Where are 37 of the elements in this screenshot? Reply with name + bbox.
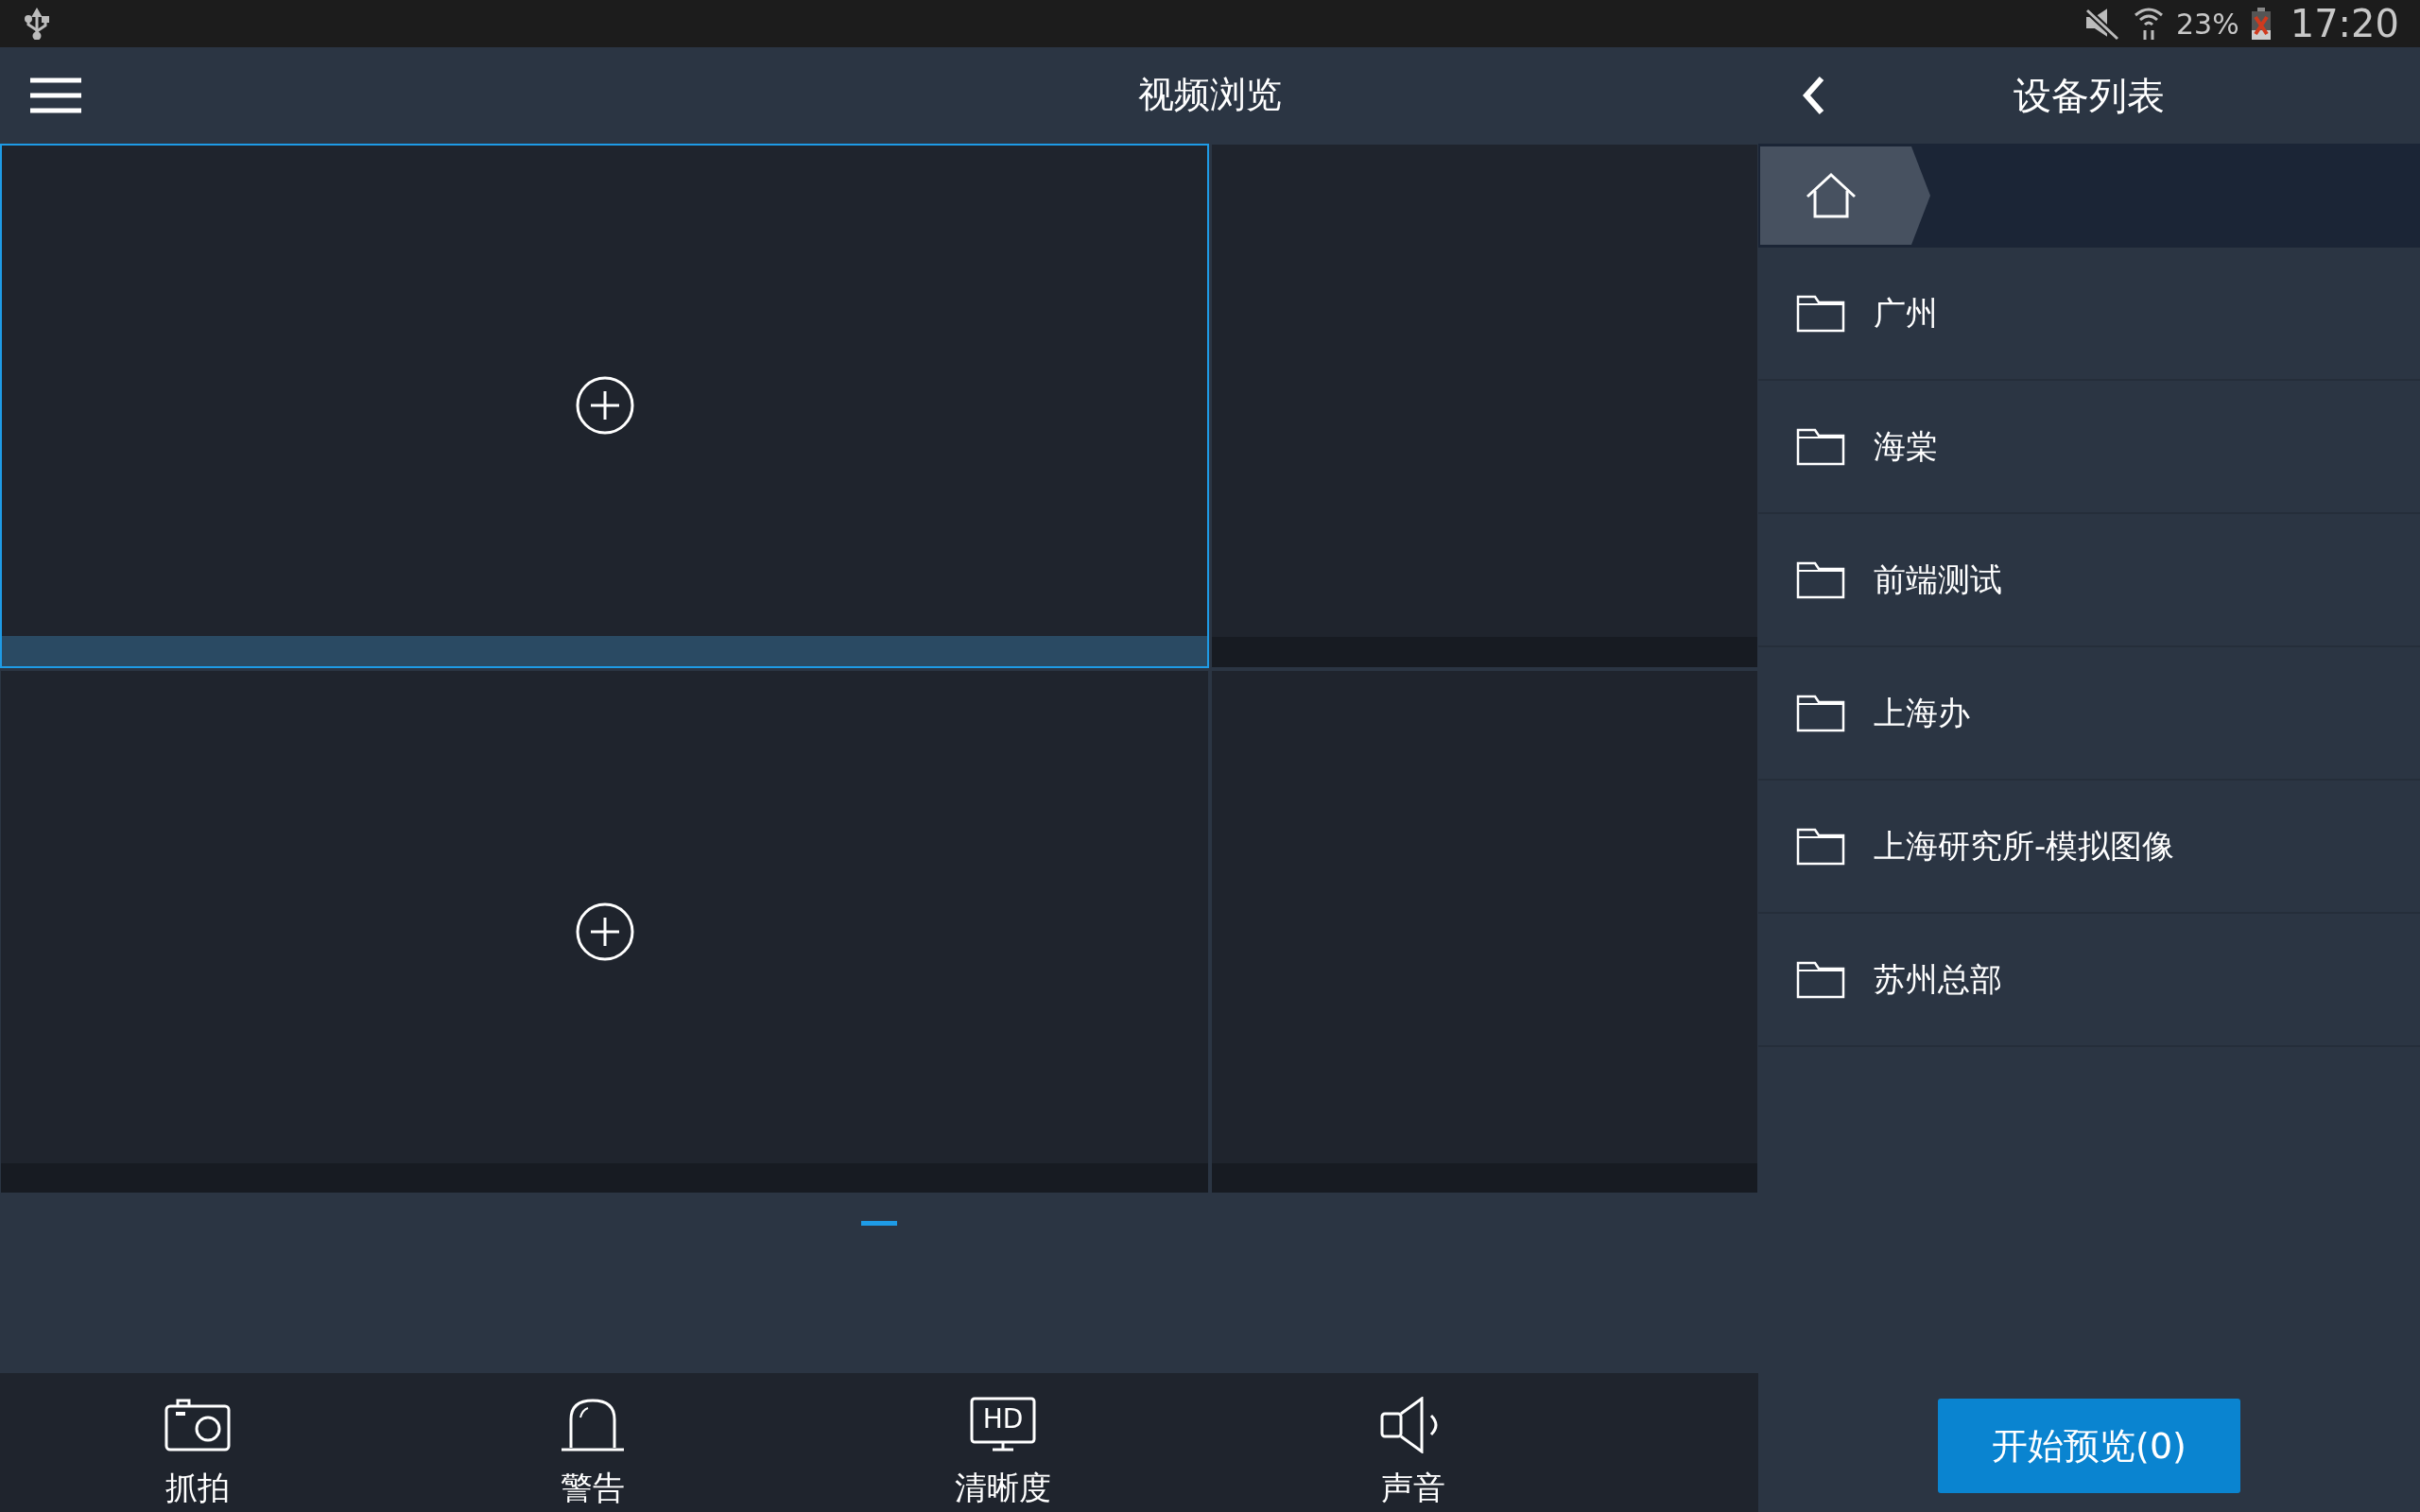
folder-icon xyxy=(1796,294,1845,333)
video-cell[interactable] xyxy=(0,669,1209,1194)
clock-time: 17:20 xyxy=(2290,2,2399,45)
folder-item[interactable]: 前端测试 xyxy=(1758,514,2420,647)
add-icon[interactable] xyxy=(575,902,634,962)
screen-title: 视频浏览 xyxy=(1138,73,1282,118)
folder-item[interactable]: 上海研究所-模拟图像 xyxy=(1758,781,2420,914)
start-preview-button[interactable]: 开始预览(0) xyxy=(1938,1399,2240,1493)
usb-icon xyxy=(23,8,51,40)
folder-item[interactable]: 苏州总部 xyxy=(1758,914,2420,1047)
toolbar-button[interactable]: HD 清晰度 xyxy=(955,1397,1051,1510)
video-cell[interactable] xyxy=(1211,143,1758,668)
folder-item[interactable]: 上海办 xyxy=(1758,647,2420,781)
battery-icon xyxy=(2250,8,2272,40)
home-breadcrumb[interactable] xyxy=(1760,146,1930,245)
toolbar-button[interactable]: 抓拍 xyxy=(164,1397,231,1510)
video-cell[interactable] xyxy=(1211,669,1758,1194)
folder-icon xyxy=(1796,960,1845,999)
menu-button[interactable] xyxy=(28,76,83,114)
wifi-icon xyxy=(2133,6,2166,42)
folder-item[interactable]: 广州 xyxy=(1758,248,2420,381)
video-cell[interactable] xyxy=(0,143,1209,668)
home-icon xyxy=(1806,172,1857,219)
camera-icon xyxy=(164,1397,231,1453)
folder-icon xyxy=(1796,694,1845,732)
add-icon[interactable] xyxy=(575,376,634,436)
page-indicator xyxy=(861,1221,897,1227)
folder-item[interactable]: 海棠 xyxy=(1758,381,2420,514)
alarm-icon xyxy=(560,1397,626,1453)
back-button[interactable] xyxy=(1801,75,1825,116)
panel-title: 设备列表 xyxy=(2014,72,2165,119)
folder-icon xyxy=(1796,560,1845,599)
folder-icon xyxy=(1796,827,1845,866)
battery-percent: 23% xyxy=(2176,7,2239,41)
toolbar-button[interactable]: 声音 xyxy=(1380,1397,1446,1510)
folder-icon xyxy=(1796,427,1845,466)
toolbar-button[interactable]: 警告 xyxy=(560,1397,626,1510)
